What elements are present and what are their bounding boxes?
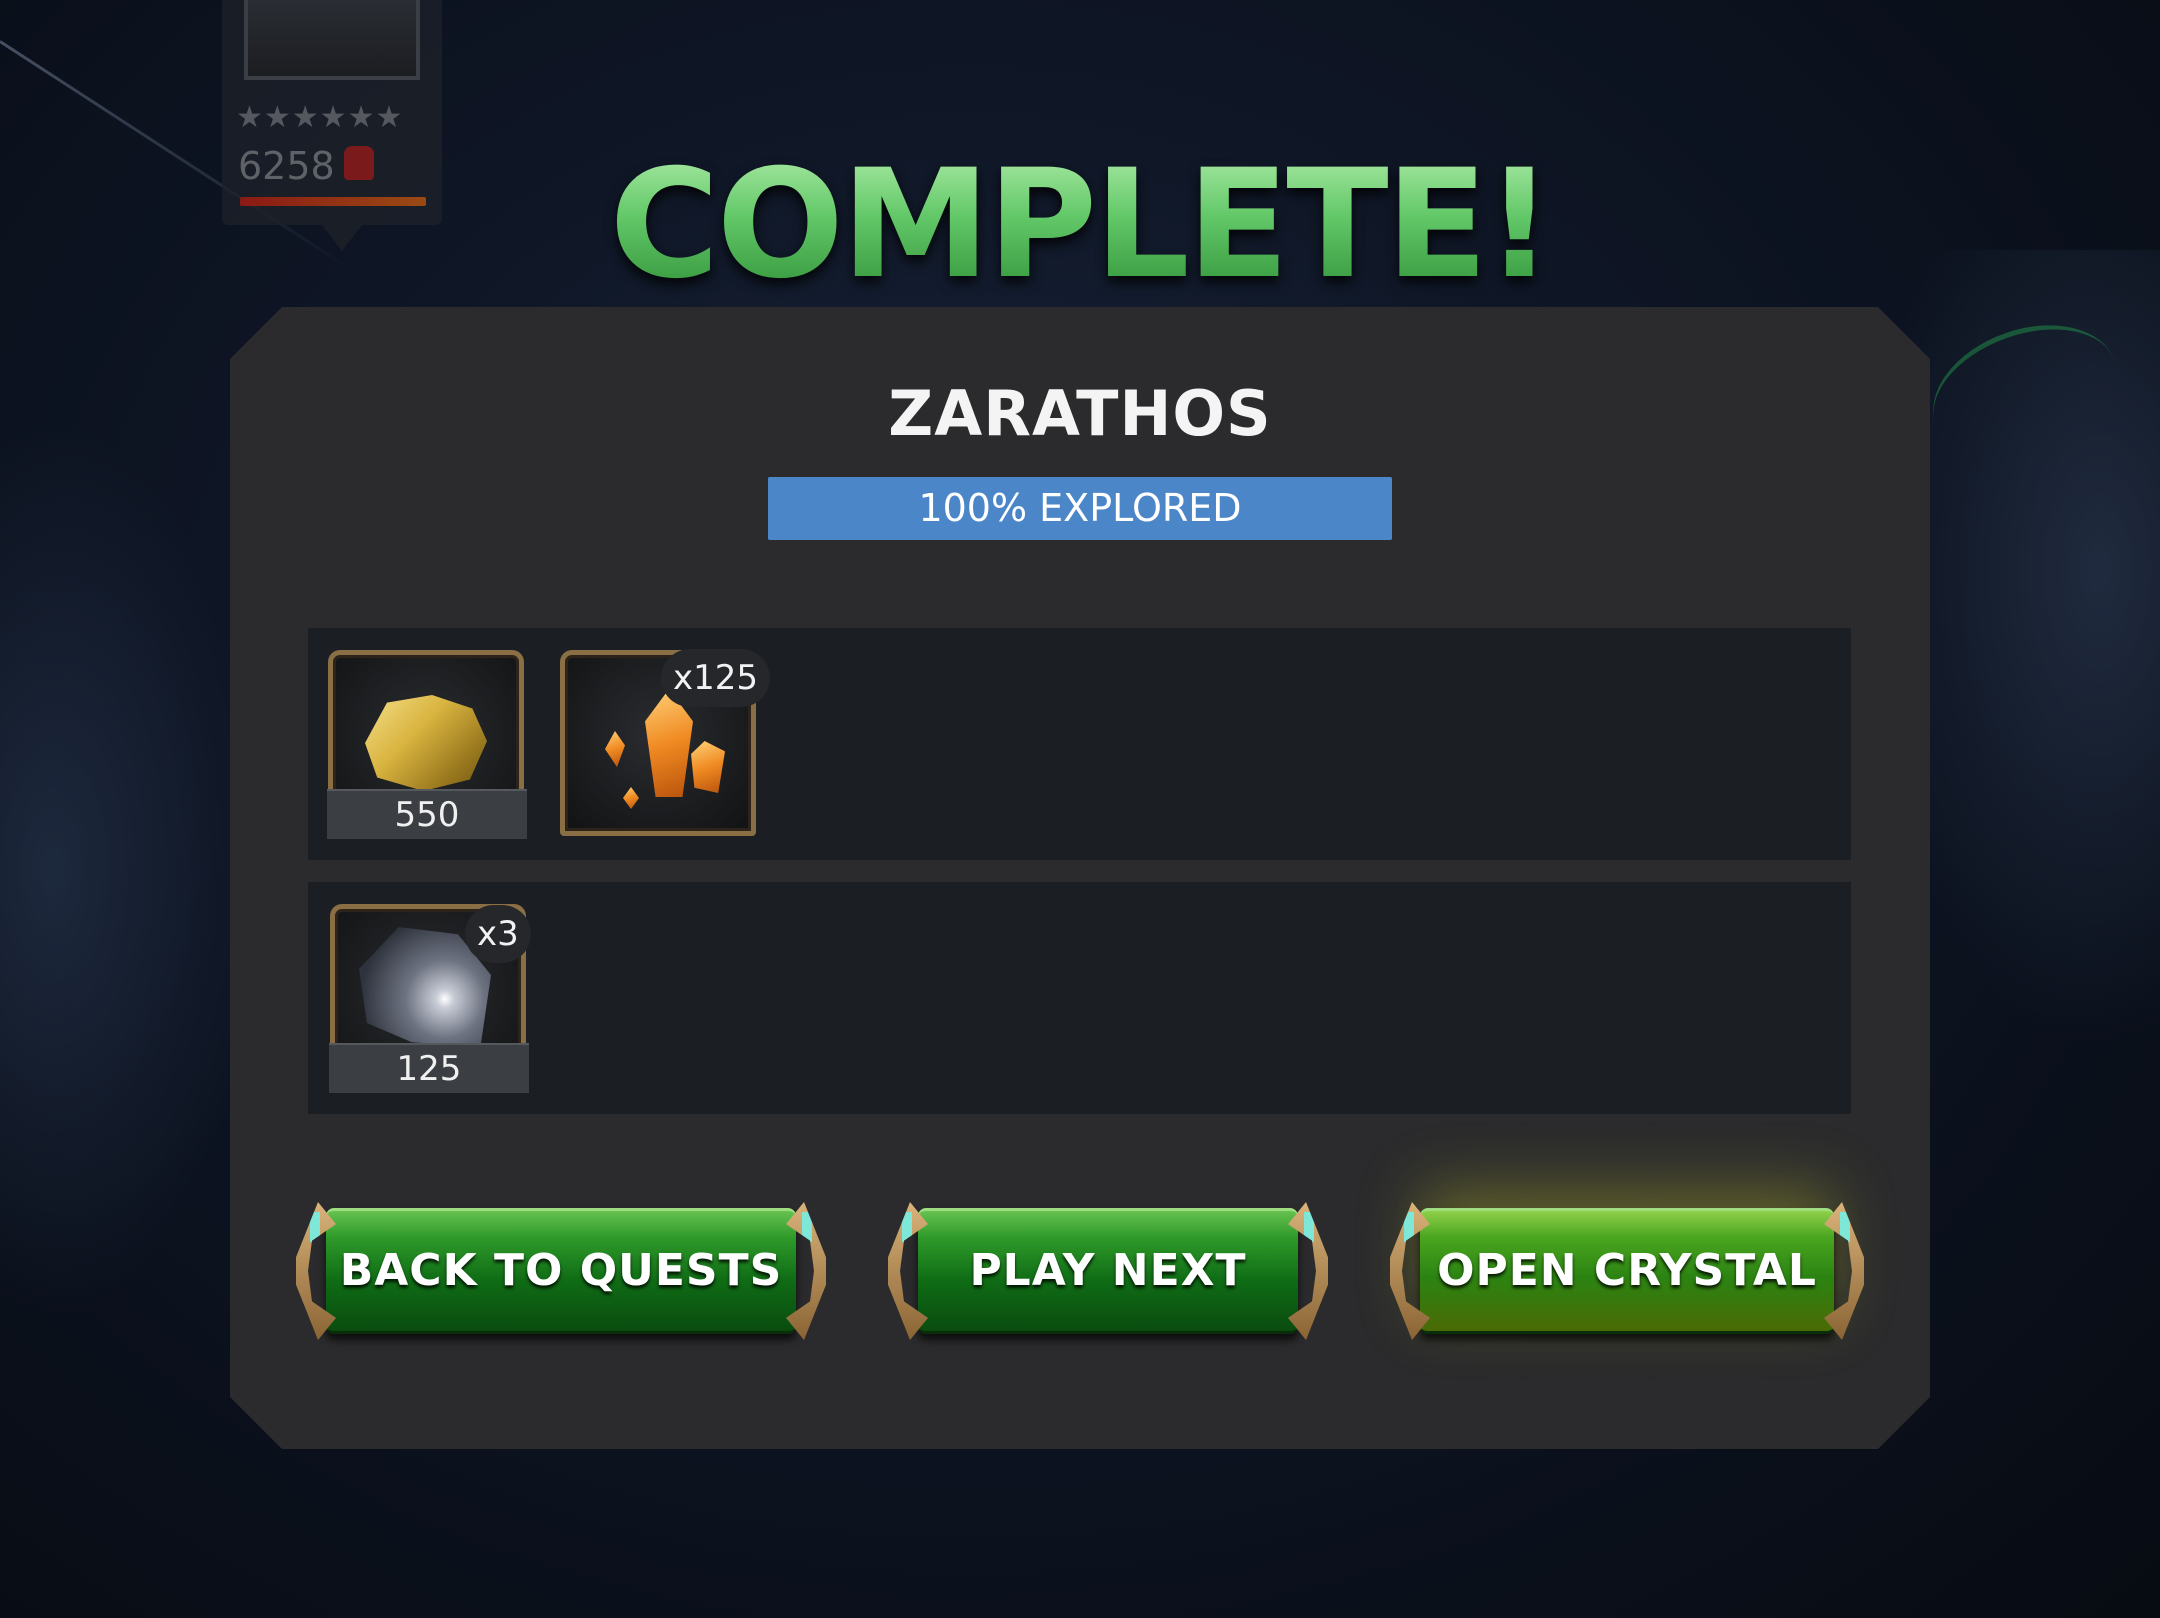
- button-label: BACK TO QUESTS: [339, 1245, 783, 1296]
- reward-row: 125 x3: [308, 882, 1851, 1114]
- region-name: ZARATHOS: [888, 377, 1272, 450]
- reward-count-badge: x3: [465, 905, 531, 963]
- reward-row: 550 x125: [308, 628, 1851, 860]
- complete-title: COMPLETE!: [0, 138, 2160, 312]
- button-label: PLAY NEXT: [969, 1245, 1247, 1296]
- reward-gold[interactable]: 550: [327, 650, 527, 839]
- play-next-button[interactable]: PLAY NEXT: [888, 1202, 1328, 1340]
- champion-portrait: [244, 0, 420, 80]
- open-crystal-button[interactable]: OPEN CRYSTAL: [1390, 1202, 1864, 1340]
- reward-crystal-shards[interactable]: x125: [560, 649, 771, 836]
- gold-icon: [365, 695, 487, 791]
- reward-count-badge: x125: [661, 649, 771, 707]
- background-arc: [1914, 301, 2136, 484]
- button-label: OPEN CRYSTAL: [1437, 1245, 1817, 1296]
- champion-stars: ★★★★★★: [236, 100, 404, 135]
- back-to-quests-button[interactable]: BACK TO QUESTS: [296, 1202, 826, 1340]
- reward-amount: 550: [327, 789, 527, 839]
- background-rocks-left: [0, 420, 260, 1320]
- explored-text: 100% EXPLORED: [918, 486, 1242, 530]
- explored-progress-bar: 100% EXPLORED: [768, 477, 1392, 540]
- reward-premium-crystal[interactable]: 125 x3: [329, 904, 531, 1093]
- reward-amount: 125: [329, 1043, 529, 1093]
